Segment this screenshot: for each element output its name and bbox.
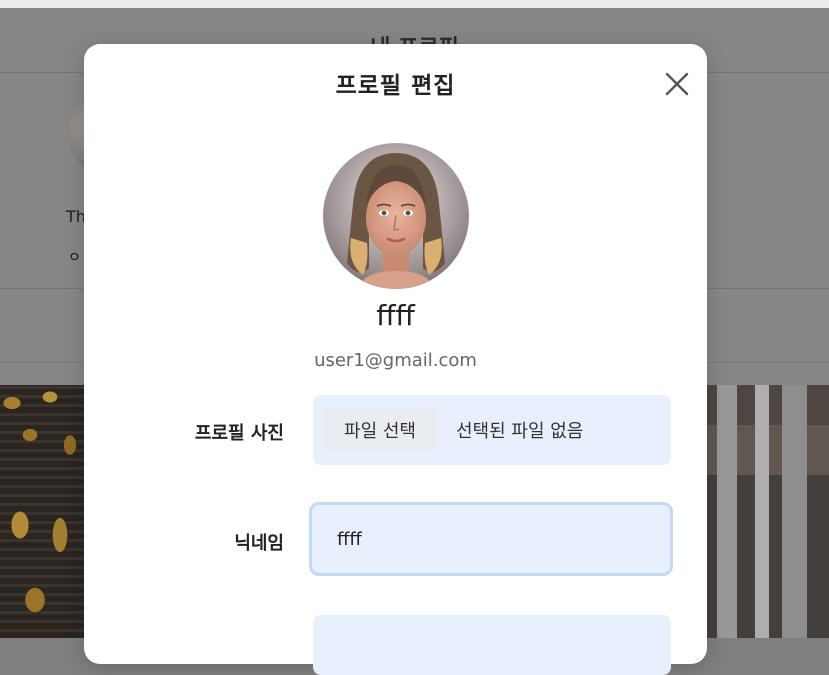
browser-top-strip xyxy=(0,0,829,8)
nickname-input[interactable] xyxy=(309,502,673,576)
profile-photo-label: 프로필 사진 xyxy=(194,423,284,444)
form-field-partial[interactable] xyxy=(313,615,671,675)
feed-photo-left[interactable] xyxy=(0,385,84,638)
profile-photo-file-input[interactable]: 파일 선택 선택된 파일 없음 xyxy=(313,395,671,465)
profile-display-name: ffff xyxy=(376,299,415,332)
close-icon xyxy=(665,72,689,96)
feed-photo-right[interactable] xyxy=(707,385,829,638)
background-bullet: ㅇ xyxy=(68,250,81,266)
nickname-label: 닉네임 xyxy=(234,533,284,554)
background-bio-text: Th xyxy=(66,207,86,226)
profile-avatar xyxy=(323,143,469,289)
choose-file-button[interactable]: 파일 선택 xyxy=(322,408,438,451)
file-status-text: 선택된 파일 없음 xyxy=(456,421,584,442)
profile-email: user1@gmail.com xyxy=(314,350,477,371)
edit-profile-modal: 프로필 편집 ffff user1@gmail.com 프로필 사진 파일 선택… xyxy=(84,44,707,675)
modal-title: 프로필 편집 xyxy=(335,73,456,99)
close-button[interactable] xyxy=(664,71,690,97)
